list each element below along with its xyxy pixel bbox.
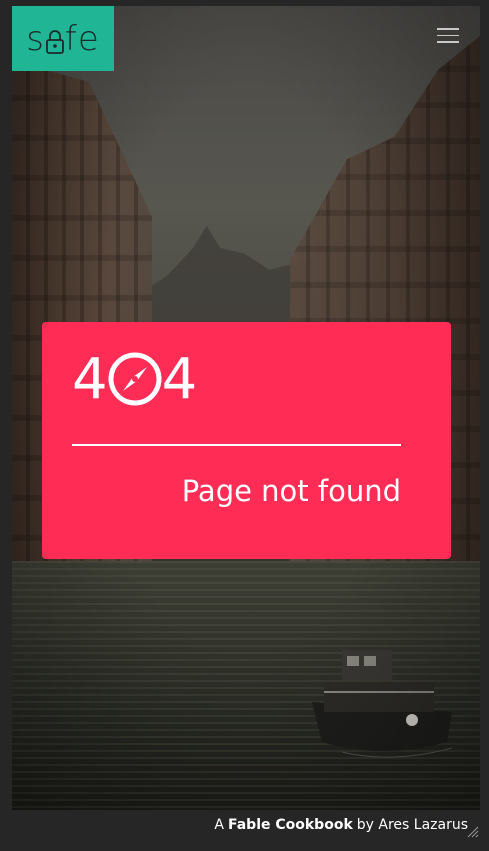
error-card: 4 4 Page not found bbox=[42, 322, 451, 559]
error-message: Page not found bbox=[181, 474, 401, 508]
resize-grip-icon[interactable] bbox=[466, 825, 479, 838]
footer: A Fable Cookbook by Ares Lazarus bbox=[12, 810, 480, 840]
logo-text-start: s bbox=[26, 18, 45, 59]
logo-text-end: fe bbox=[64, 18, 100, 59]
footer-author: by Ares Lazarus bbox=[356, 817, 468, 833]
footer-prefix: A bbox=[214, 817, 224, 833]
menu-line bbox=[437, 28, 459, 30]
menu-line bbox=[437, 34, 459, 36]
hamburger-menu-icon[interactable] bbox=[437, 28, 459, 46]
menu-line bbox=[437, 41, 459, 43]
error-code-left-digit: 4 bbox=[72, 346, 108, 412]
lock-icon bbox=[46, 29, 64, 54]
footer-product-link[interactable]: Fable Cookbook bbox=[228, 817, 353, 833]
compass-icon bbox=[108, 352, 162, 406]
divider bbox=[72, 444, 401, 446]
logo[interactable]: s fe bbox=[12, 6, 114, 71]
error-code-right-digit: 4 bbox=[161, 346, 198, 412]
error-code: 4 4 bbox=[72, 346, 197, 412]
app-frame: s fe 4 4 Page not found A Fable Cookbook… bbox=[0, 0, 489, 851]
